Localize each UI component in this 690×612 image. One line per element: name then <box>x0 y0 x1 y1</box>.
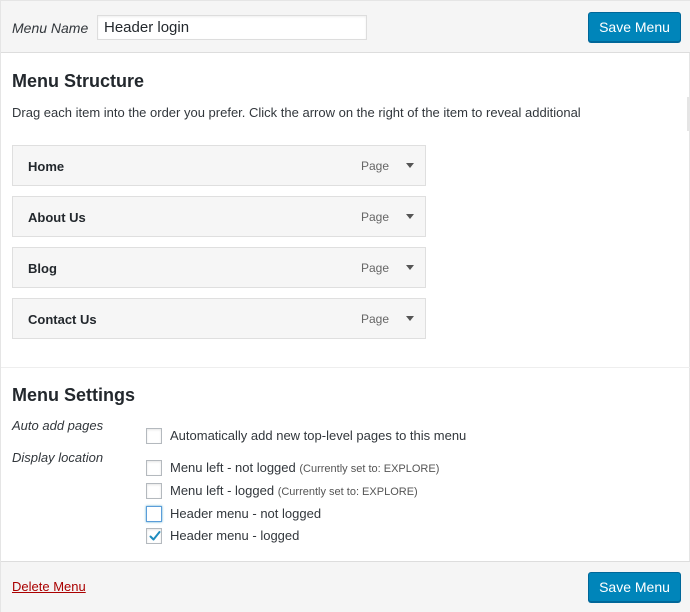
menu-footer-bar <box>1 561 690 612</box>
save-menu-button-bottom[interactable]: Save Menu <box>588 572 681 602</box>
menu-name-label: Menu Name <box>12 20 89 36</box>
arrow-down-icon[interactable] <box>403 208 417 224</box>
delete-menu-link[interactable]: Delete Menu <box>12 579 86 594</box>
location-label: Menu left - logged <box>170 483 275 498</box>
menu-item-title: Contact Us <box>28 312 97 327</box>
auto-add-pages-text: Automatically add new top-level pages to… <box>170 428 467 443</box>
location-label: Header menu - not logged <box>170 506 322 521</box>
menu-item-type: Page <box>361 312 390 326</box>
display-location-label: Display location <box>12 450 104 465</box>
location-checkbox[interactable] <box>146 483 162 499</box>
arrow-down-icon[interactable] <box>403 310 417 326</box>
save-menu-button-top[interactable]: Save Menu <box>588 12 681 42</box>
arrow-down-icon[interactable] <box>403 157 417 173</box>
location-checkbox[interactable] <box>146 506 162 522</box>
arrow-down-icon[interactable] <box>403 259 417 275</box>
menu-item-title: About Us <box>28 210 86 225</box>
menu-settings-title: Menu Settings <box>12 385 136 405</box>
menu-item-title: Home <box>28 159 65 174</box>
menu-name-input[interactable] <box>97 15 367 40</box>
section-divider <box>1 367 690 368</box>
checkmark-icon <box>149 531 161 541</box>
menu-item-type: Page <box>361 261 390 275</box>
menu-item-contact-us[interactable]: Contact Us Page <box>12 298 426 339</box>
location-note: (Currently set to: EXPLORE) <box>299 463 440 475</box>
menu-item-about-us[interactable]: About Us Page <box>12 196 426 237</box>
location-label: Header menu - logged <box>170 528 300 543</box>
menu-structure-title: Menu Structure <box>12 71 145 91</box>
location-checkbox[interactable] <box>146 528 162 544</box>
menu-item-type: Page <box>361 159 390 173</box>
menu-item-blog[interactable]: Blog Page <box>12 247 426 288</box>
auto-add-pages-label: Auto add pages <box>12 418 104 433</box>
menu-editor: Menu Name Save Menu Menu Structure Drag … <box>0 0 690 612</box>
menu-item-type: Page <box>361 210 390 224</box>
menu-item-title: Blog <box>28 261 57 276</box>
location-checkbox[interactable] <box>146 460 162 476</box>
auto-add-pages-checkbox[interactable] <box>146 428 162 444</box>
menu-structure-instructions: Drag each item into the order you prefer… <box>12 105 581 120</box>
location-note: (Currently set to: EXPLORE) <box>277 486 418 498</box>
location-label: Menu left - not logged <box>170 460 296 475</box>
menu-item-home[interactable]: Home Page <box>12 145 426 186</box>
